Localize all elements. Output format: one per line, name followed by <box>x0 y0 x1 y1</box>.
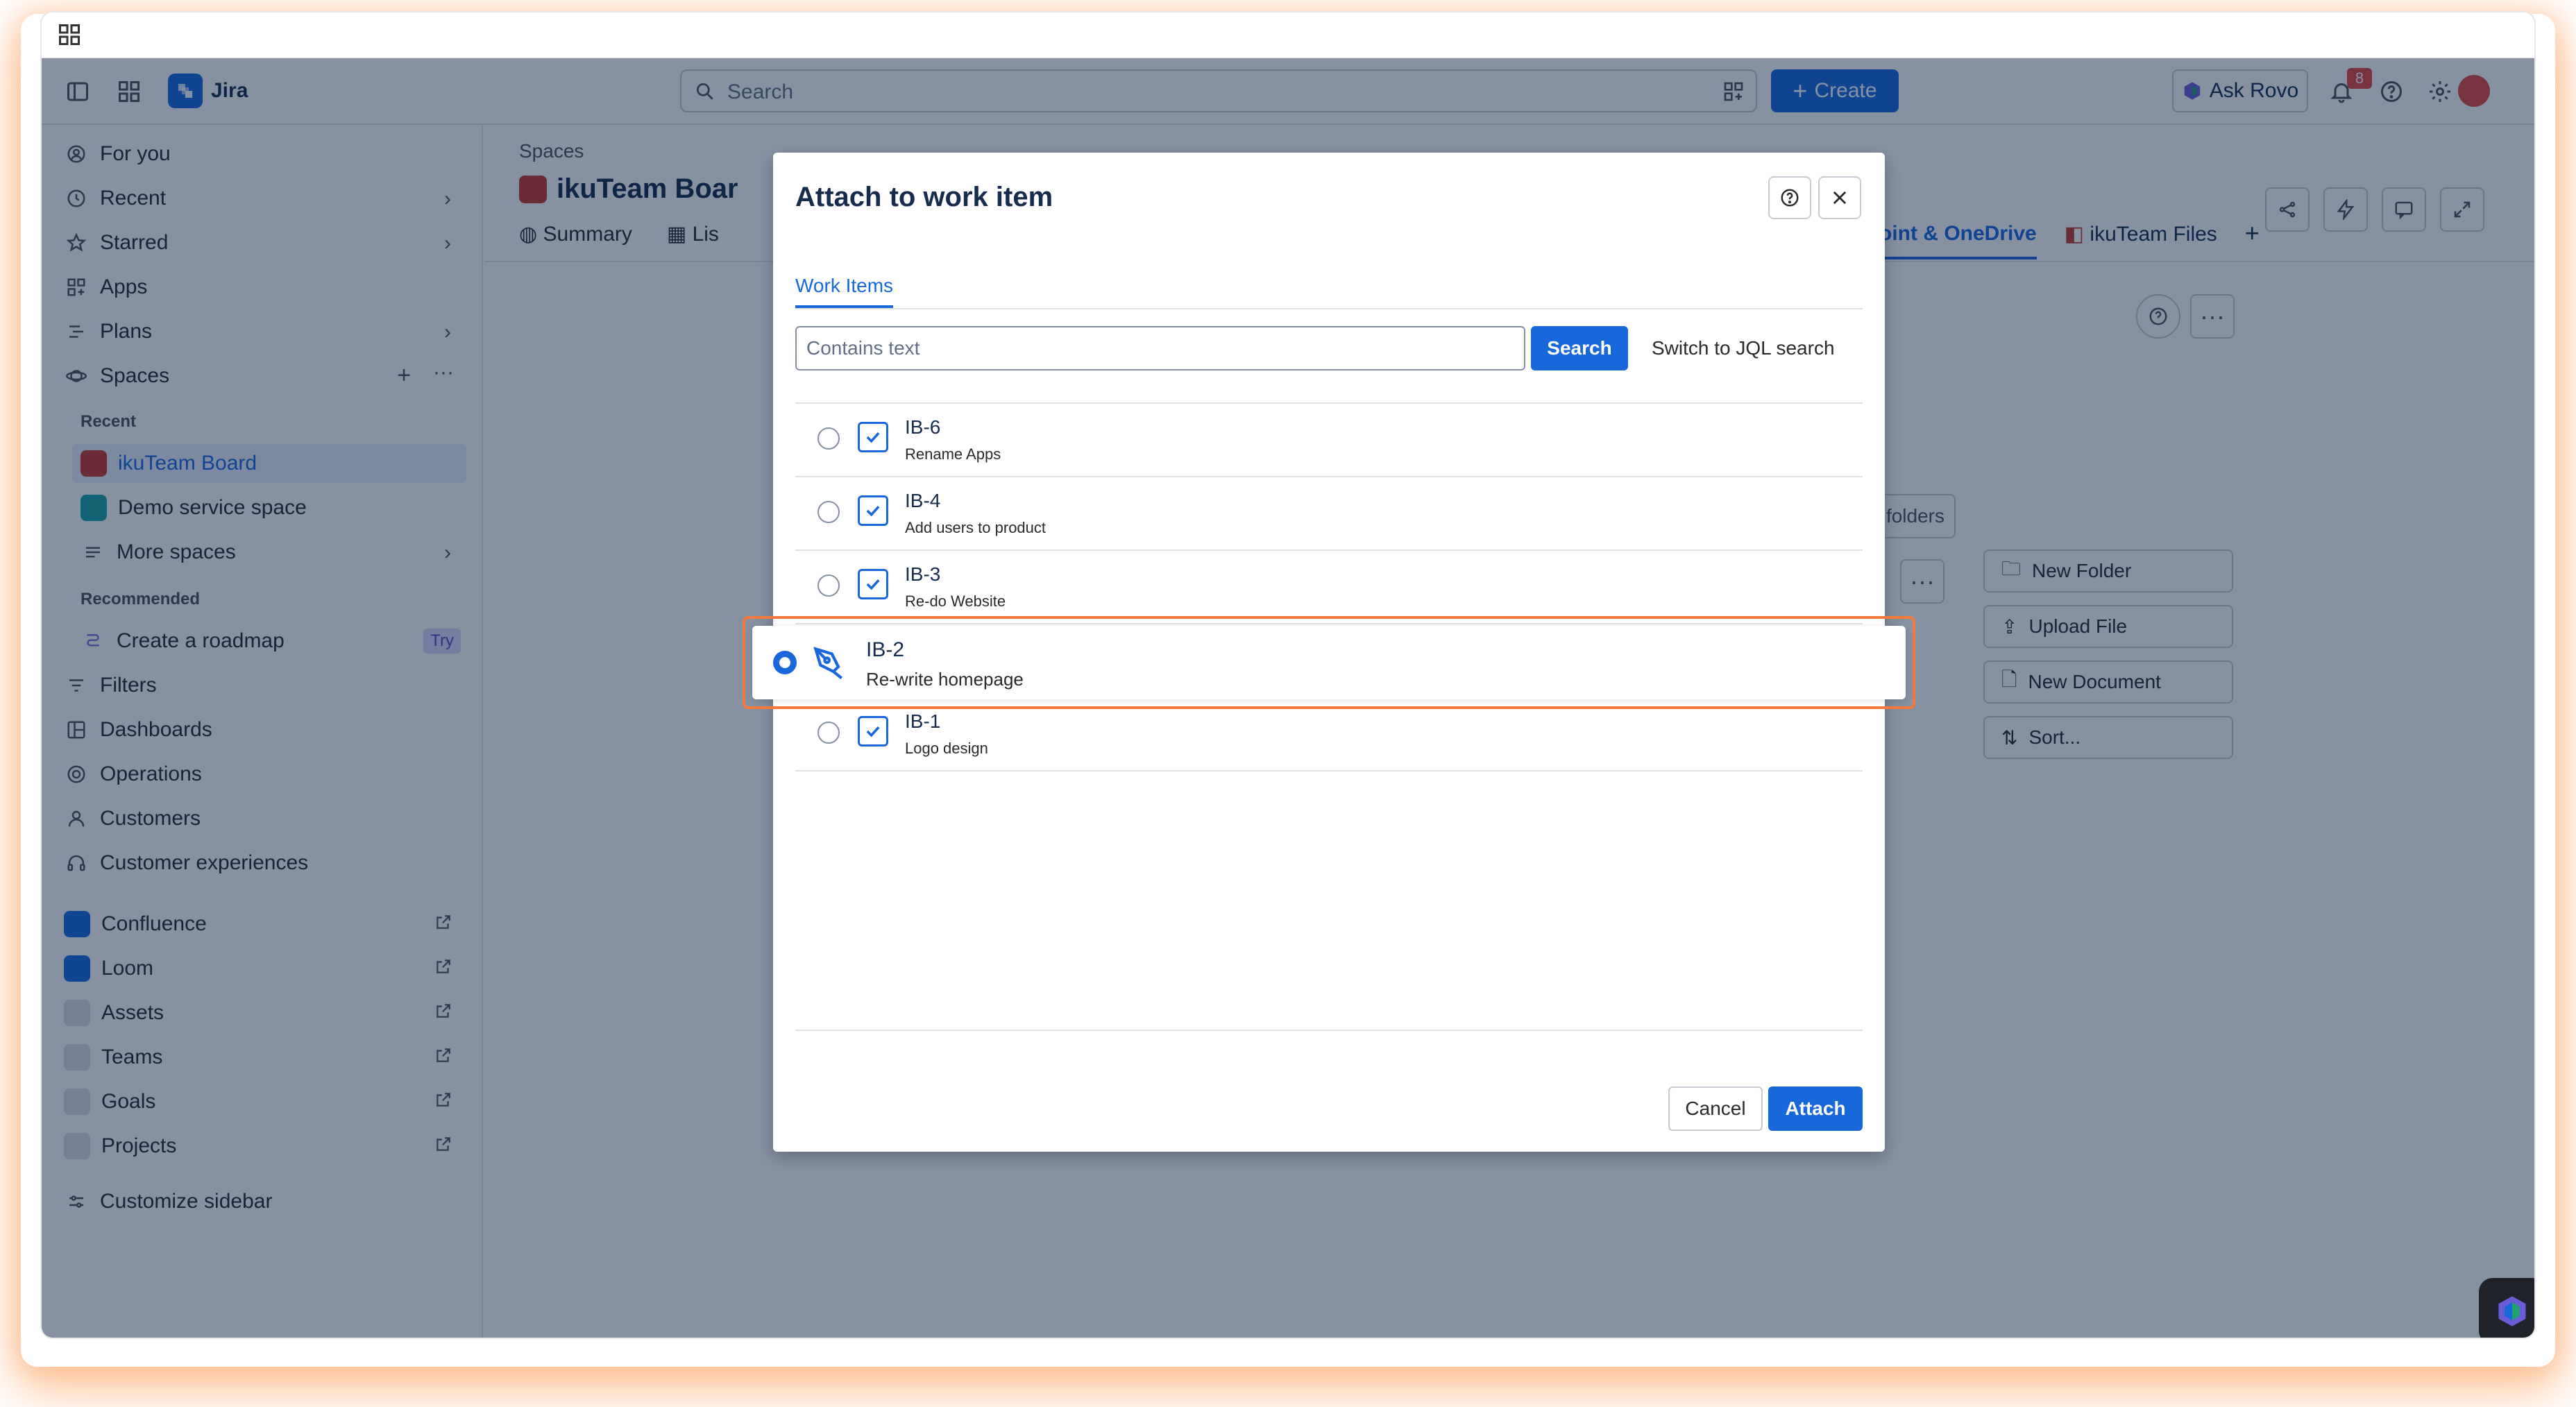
row-radio[interactable] <box>817 722 840 744</box>
work-item-summary: Rename Apps <box>905 445 1001 463</box>
switch-to-jql-link[interactable]: Switch to JQL search <box>1652 337 1835 359</box>
list-divider <box>795 1030 1863 1031</box>
work-item-key: IB-3 <box>905 563 941 585</box>
contains-text-input[interactable] <box>795 326 1525 370</box>
task-checkbox-icon <box>858 422 888 452</box>
pen-tool-icon <box>813 647 842 679</box>
tab-divider <box>795 308 1863 309</box>
cancel-button[interactable]: Cancel <box>1668 1086 1763 1131</box>
row-radio[interactable] <box>817 501 840 523</box>
work-item-row[interactable]: IB-3 Re-do Website <box>795 551 1863 624</box>
task-checkbox-icon <box>858 716 888 747</box>
work-item-key: IB-6 <box>905 416 941 438</box>
work-item-summary: Re-do Website <box>905 592 1006 610</box>
row-radio-selected[interactable] <box>773 651 797 674</box>
attach-button[interactable]: Attach <box>1768 1086 1863 1131</box>
row-radio[interactable] <box>817 427 840 450</box>
work-item-key: IB-1 <box>905 710 941 732</box>
close-icon[interactable] <box>1818 176 1861 219</box>
rovo-chat-button[interactable] <box>2479 1278 2534 1338</box>
task-checkbox-icon <box>858 495 888 526</box>
task-checkbox-icon <box>858 569 888 599</box>
tab-work-items[interactable]: Work Items <box>795 275 894 308</box>
work-item-row[interactable]: IB-4 Add users to product <box>795 477 1863 551</box>
search-button[interactable]: Search <box>1531 326 1628 370</box>
rovo-icon <box>2498 1296 2526 1327</box>
grid-icon[interactable] <box>57 22 82 47</box>
browser-window: Jira Search + Create Ask Rovo 8 For you … <box>40 11 2536 1339</box>
work-item-summary: Logo design <box>905 740 988 757</box>
work-item-summary: Re-write homepage <box>866 669 1024 690</box>
window-chrome <box>42 12 2534 58</box>
work-item-key: IB-2 <box>866 638 905 661</box>
dialog-title: Attach to work item <box>795 182 1053 212</box>
work-item-row-selected[interactable]: IB-2 Re-write homepage <box>752 626 1906 699</box>
work-item-summary: Add users to product <box>905 519 1046 536</box>
row-radio[interactable] <box>817 574 840 597</box>
work-item-key: IB-4 <box>905 490 941 511</box>
dialog-help-icon[interactable] <box>1768 176 1811 219</box>
work-item-row[interactable]: IB-6 Rename Apps <box>795 404 1863 477</box>
